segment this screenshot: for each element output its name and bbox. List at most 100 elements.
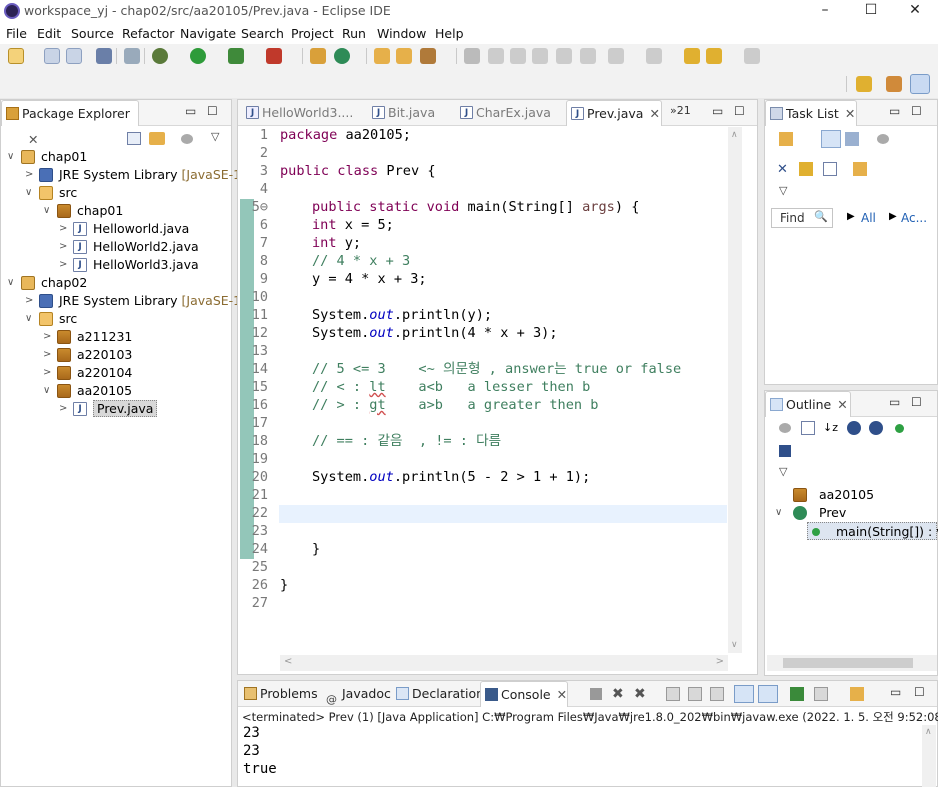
console-vertical-scrollbar[interactable]: ∧ <box>922 725 936 787</box>
minimize-view-icon[interactable]: ▭ <box>889 395 900 409</box>
expand-toggle-icon[interactable]: > <box>25 292 35 310</box>
expand-toggle-icon[interactable]: ∨ <box>25 184 35 202</box>
tab-console[interactable]: Console ✕ <box>480 681 568 707</box>
remove-launch-icon[interactable]: ✖ <box>612 686 624 702</box>
tree-item[interactable]: ∨ src <box>25 310 77 328</box>
run-icon[interactable] <box>190 48 206 64</box>
menu-file[interactable]: File <box>6 26 27 41</box>
all-link[interactable]: All <box>861 211 876 225</box>
menu-help[interactable]: Help <box>435 26 464 41</box>
forward-icon[interactable] <box>744 48 760 64</box>
tab-outline[interactable]: Outline ✕ <box>765 391 851 417</box>
maximize-view-icon[interactable]: ☐ <box>911 104 922 118</box>
outline-class[interactable]: ∨ Prev <box>775 504 846 522</box>
expand-toggle-icon[interactable]: > <box>59 220 69 238</box>
maximize-button[interactable]: ☐ <box>848 0 894 22</box>
tree-item[interactable]: ∨ chap01 <box>43 202 123 220</box>
tab-prev-java[interactable]: J Prev.java ✕ <box>566 100 662 126</box>
outline-method[interactable]: main(String[]) : vo <box>807 522 938 540</box>
new-class-icon[interactable] <box>334 48 350 64</box>
tab-declaration[interactable]: Declaration <box>392 681 484 707</box>
new-java-package-icon[interactable] <box>310 48 326 64</box>
menu-edit[interactable]: Edit <box>37 26 61 41</box>
close-tab-icon[interactable]: ✕ <box>649 106 659 121</box>
tree-item[interactable]: ∨ src <box>25 184 77 202</box>
expand-toggle-icon[interactable]: > <box>59 400 69 418</box>
tree-item[interactable]: ∨ chap01 <box>7 148 87 166</box>
hide-static-icon[interactable] <box>869 421 883 435</box>
expand-toggle-icon[interactable]: ∨ <box>7 148 17 166</box>
find-input[interactable]: Find 🔍 <box>771 208 833 228</box>
focus-icon[interactable] <box>877 134 889 144</box>
tree-item[interactable]: > a211231 <box>43 328 132 346</box>
expand-toggle-icon[interactable]: ∨ <box>43 382 53 400</box>
minimize-view-icon[interactable]: ▭ <box>185 104 196 118</box>
scheduled-icon[interactable] <box>845 132 859 146</box>
close-tab-icon[interactable]: ✕ <box>557 687 567 702</box>
link-with-editor-icon[interactable] <box>149 132 165 145</box>
close-button[interactable]: ✕ <box>892 0 938 22</box>
collapse-all-icon[interactable] <box>801 421 815 435</box>
whitespace-icon[interactable] <box>556 48 572 64</box>
maximize-view-icon[interactable]: ☐ <box>914 685 925 699</box>
next-annotation-icon[interactable] <box>608 48 624 64</box>
skip-breakpoints-icon[interactable] <box>124 48 140 64</box>
breadcrumb-icon[interactable] <box>510 48 526 64</box>
tree-item[interactable]: > JRE System Library [JavaSE-1.8] <box>25 292 258 310</box>
tree-item[interactable]: > J Prev.java <box>59 400 158 418</box>
minimize-view-icon[interactable]: ▭ <box>890 685 901 699</box>
menu-run[interactable]: Run <box>342 26 366 41</box>
editor-vertical-scrollbar[interactable]: ∧ ∨ <box>728 127 742 653</box>
tree-item[interactable]: ∨ chap02 <box>7 274 87 292</box>
expand-toggle-icon[interactable]: > <box>59 238 69 256</box>
expand-toggle-icon[interactable]: > <box>43 364 53 382</box>
expand-icon[interactable]: ∨ <box>775 504 785 522</box>
expand-toggle-icon[interactable]: ∨ <box>43 202 53 220</box>
java-perspective-icon[interactable] <box>910 74 930 94</box>
view-menu-icon[interactable]: ▽ <box>211 130 219 143</box>
tree-item[interactable]: > J Helloworld.java <box>59 220 189 238</box>
terminal-icon[interactable] <box>96 48 112 64</box>
outline-package[interactable]: aa20105 <box>793 486 874 504</box>
tree-item[interactable]: > a220103 <box>43 346 132 364</box>
expand-all-icon[interactable] <box>799 162 813 176</box>
block-select-icon[interactable] <box>532 48 548 64</box>
open-task-icon[interactable] <box>396 48 412 64</box>
pilcrow-icon[interactable] <box>580 48 596 64</box>
tab-overflow-button[interactable]: »21 <box>670 104 691 117</box>
tab-charex-java[interactable]: J CharEx.java <box>456 100 552 126</box>
prev-annotation-icon[interactable] <box>646 48 662 64</box>
open-type-icon[interactable] <box>374 48 390 64</box>
tree-item[interactable]: > a220104 <box>43 364 132 382</box>
menu-navigate[interactable]: Navigate <box>180 26 236 41</box>
save-icon[interactable] <box>44 48 60 64</box>
coverage-icon[interactable] <box>228 48 244 64</box>
last-edit-icon[interactable] <box>684 48 700 64</box>
close-tab-icon[interactable]: ✕ <box>28 132 38 147</box>
tab-package-explorer[interactable]: Package Explorer ✕ <box>1 100 139 147</box>
menu-refactor[interactable]: Refactor <box>122 26 174 41</box>
menu-project[interactable]: Project <box>291 26 334 41</box>
scroll-lock-icon[interactable] <box>688 687 702 701</box>
save-all-icon[interactable] <box>66 48 82 64</box>
tab-task-list[interactable]: Task List ✕ <box>765 100 857 126</box>
expand-toggle-icon[interactable]: > <box>25 166 35 184</box>
categorized-icon[interactable] <box>821 130 841 148</box>
hide-nonpublic-icon[interactable] <box>895 424 904 433</box>
expand-toggle-icon[interactable]: > <box>43 346 53 364</box>
close-tab-icon[interactable]: ✕ <box>837 397 847 412</box>
menu-search[interactable]: Search <box>241 26 284 41</box>
tree-item[interactable]: > J HelloWorld3.java <box>59 256 199 274</box>
filters-icon[interactable] <box>181 134 193 144</box>
new-task-icon[interactable] <box>779 132 793 146</box>
focus-icon[interactable] <box>779 423 791 433</box>
outline-horizontal-scrollbar[interactable] <box>767 655 937 671</box>
editor-horizontal-scrollbar[interactable]: < > <box>280 655 728 671</box>
tab-bit-java[interactable]: J Bit.java <box>368 100 440 126</box>
hide-completed-icon[interactable]: ✕ <box>777 162 791 177</box>
open-perspective-icon[interactable] <box>856 76 872 92</box>
tree-item[interactable]: ∨ aa20105 <box>43 382 132 400</box>
close-tab-icon[interactable]: ✕ <box>845 106 855 121</box>
menu-window[interactable]: Window <box>377 26 426 41</box>
terminate-icon[interactable] <box>590 688 602 700</box>
